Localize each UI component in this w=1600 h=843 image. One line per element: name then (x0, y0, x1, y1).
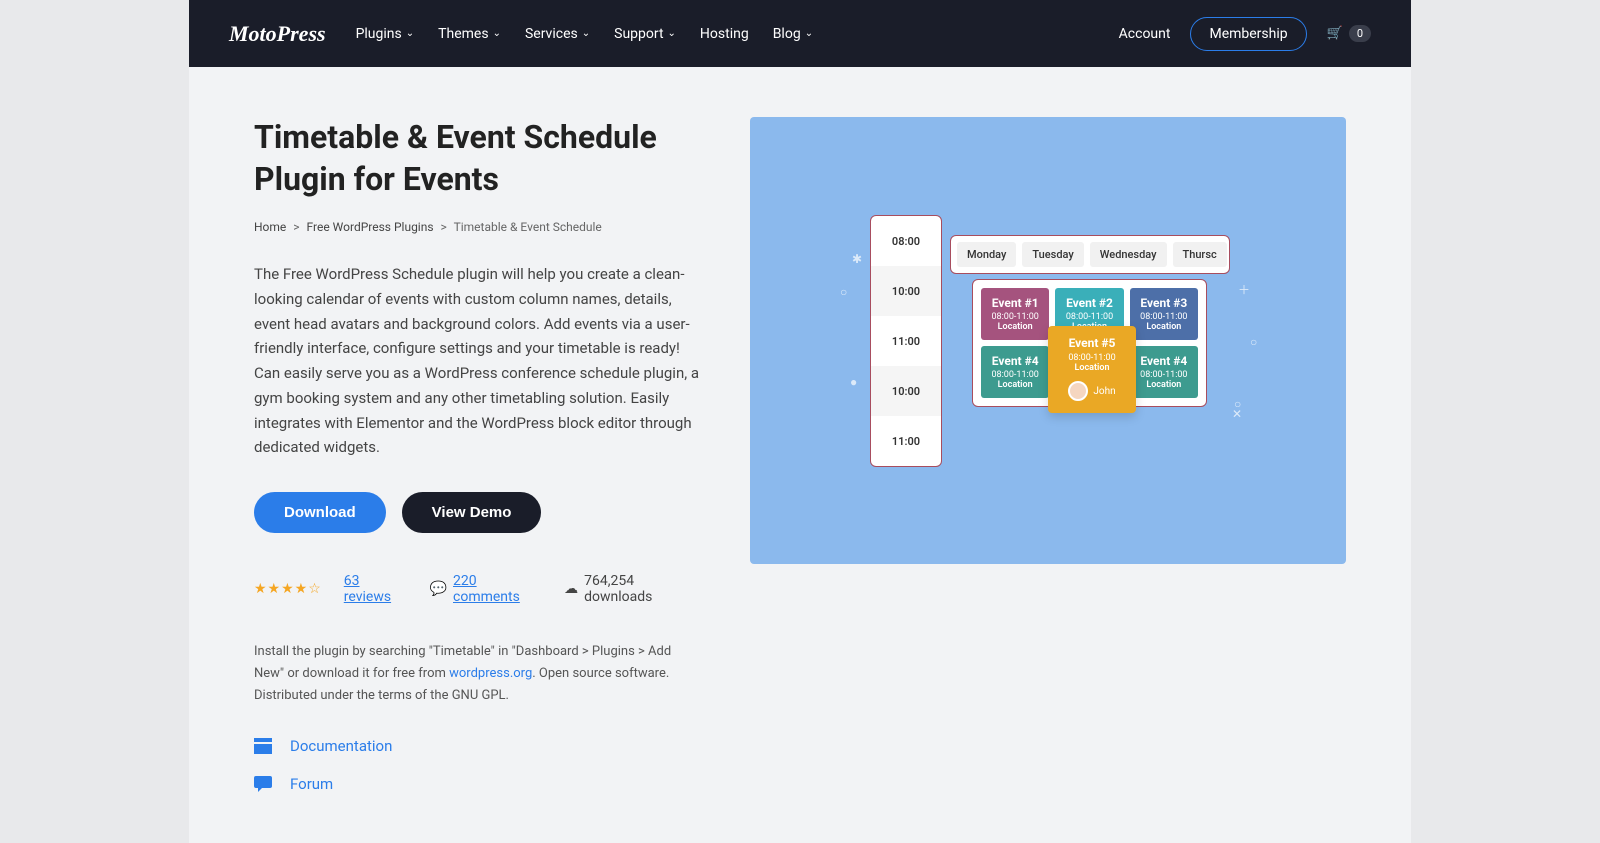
breadcrumb-current: Timetable & Event Schedule (454, 220, 602, 234)
chevron-down-icon: ⌄ (668, 28, 676, 39)
breadcrumb-section[interactable]: Free WordPress Plugins (307, 220, 434, 234)
cta-buttons: Download View Demo (254, 492, 700, 533)
event-card: Event #1 08:00-11:00 Location (981, 288, 1049, 340)
nav-support[interactable]: Support⌄ (614, 26, 676, 42)
event-card: Event #4 08:00-11:00 Location (981, 346, 1049, 398)
resource-links: Documentation Forum (254, 737, 700, 793)
product-illustration: ✱ ○ ● ＋ ○ ○ ✕ 08:00 10:00 11:00 10:00 11… (750, 117, 1346, 564)
header-left: MotoPress Plugins⌄ Themes⌄ Services⌄ Sup… (229, 21, 813, 47)
deco-icon: ○ (1250, 335, 1257, 349)
chevron-down-icon: ⌄ (582, 28, 590, 39)
chevron-down-icon: ⌄ (493, 28, 501, 39)
time-cell: 10:00 (871, 266, 941, 316)
product-description: The Free WordPress Schedule plugin will … (254, 262, 700, 460)
forum-link[interactable]: Forum (254, 775, 700, 793)
view-demo-button[interactable]: View Demo (402, 492, 542, 533)
downloads-stat: ☁ 764,254 downloads (564, 573, 700, 605)
time-cell: 11:00 (871, 416, 941, 466)
time-cell: 11:00 (871, 316, 941, 366)
cart-link[interactable]: 🛒 0 (1327, 25, 1371, 42)
forum-icon (254, 775, 272, 793)
product-stats: ★★★★☆ 63 reviews 💬 220 comments ☁ 764,25… (254, 573, 700, 605)
downloads-count: 764,254 downloads (584, 573, 700, 605)
day-chip: Tuesday (1022, 242, 1083, 267)
day-chip: Thursc (1173, 242, 1227, 267)
cart-count-badge: 0 (1349, 25, 1371, 42)
comment-icon: 💬 (430, 581, 447, 597)
time-column: 08:00 10:00 11:00 10:00 11:00 (870, 215, 942, 467)
download-button[interactable]: Download (254, 492, 386, 533)
membership-button[interactable]: Membership (1190, 17, 1306, 51)
nav-services[interactable]: Services⌄ (525, 26, 590, 42)
event-card: Event #3 08:00-11:00 Location (1130, 288, 1198, 340)
nav-hosting[interactable]: Hosting (700, 26, 749, 42)
star-rating-icon: ★★★★☆ (254, 581, 322, 597)
comments-link[interactable]: 220 comments (453, 573, 542, 605)
day-chip: Wednesday (1090, 242, 1167, 267)
header-right: Account Membership 🛒 0 (1119, 17, 1371, 51)
product-info-column: Timetable & Event Schedule Plugin for Ev… (254, 117, 700, 793)
book-icon (254, 737, 272, 755)
page-title: Timetable & Event Schedule Plugin for Ev… (254, 117, 700, 200)
time-cell: 10:00 (871, 366, 941, 416)
wordpress-org-link[interactable]: wordpress.org (449, 666, 532, 681)
documentation-link[interactable]: Documentation (254, 737, 700, 755)
deco-icon: ✕ (1232, 407, 1242, 421)
comments-stat: 💬 220 comments (430, 573, 543, 605)
install-note: Install the plugin by searching "Timetab… (254, 641, 700, 707)
logo[interactable]: MotoPress (229, 21, 326, 47)
breadcrumb: Home > Free WordPress Plugins > Timetabl… (254, 220, 700, 234)
deco-icon: ○ (840, 285, 847, 299)
download-icon: ☁ (564, 581, 578, 597)
days-row: Monday Tuesday Wednesday Thursc (950, 235, 1230, 274)
main-header: MotoPress Plugins⌄ Themes⌄ Services⌄ Sup… (189, 0, 1411, 67)
nav-plugins[interactable]: Plugins⌄ (356, 26, 415, 42)
account-link[interactable]: Account (1119, 26, 1171, 42)
reviews-link[interactable]: 63 reviews (344, 573, 408, 605)
avatar-icon (1068, 381, 1088, 401)
nav-themes[interactable]: Themes⌄ (438, 26, 501, 42)
event-card: Event #4 08:00-11:00 Location (1130, 346, 1198, 398)
main-content: Timetable & Event Schedule Plugin for Ev… (189, 67, 1411, 843)
time-cell: 08:00 (871, 216, 941, 266)
cart-icon: 🛒 (1327, 26, 1343, 41)
chevron-down-icon: ⌄ (406, 28, 414, 39)
chevron-down-icon: ⌄ (805, 28, 813, 39)
deco-icon: ✱ (852, 252, 862, 266)
main-nav: Plugins⌄ Themes⌄ Services⌄ Support⌄ Host… (356, 26, 814, 42)
deco-icon: ＋ (1238, 281, 1250, 298)
breadcrumb-home[interactable]: Home (254, 220, 286, 234)
nav-blog[interactable]: Blog⌄ (773, 26, 813, 42)
event-popup: Event #5 08:00-11:00 Location John (1048, 326, 1136, 413)
deco-icon: ● (850, 375, 857, 389)
day-chip: Monday (957, 242, 1016, 267)
